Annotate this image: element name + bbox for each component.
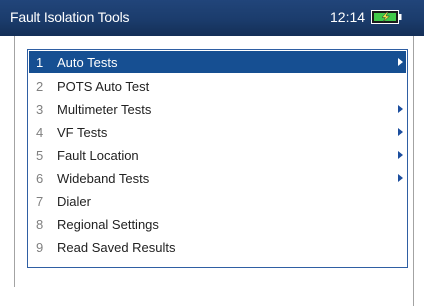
menu-item-number: 8 (36, 217, 44, 232)
main-menu-list: 1 Auto Tests 2 POTS Auto Test 3 Multimet… (27, 49, 408, 268)
submenu-arrow-icon (398, 58, 403, 66)
menu-item-multimeter-tests[interactable]: 3 Multimeter Tests (29, 98, 406, 120)
menu-item-number: 2 (36, 79, 44, 94)
menu-item-number: 9 (36, 240, 44, 255)
menu-item-pots-auto-test[interactable]: 2 POTS Auto Test (29, 75, 406, 97)
menu-item-label: POTS Auto Test (57, 79, 150, 94)
submenu-arrow-icon (398, 128, 403, 136)
menu-item-label: VF Tests (57, 125, 108, 140)
menu-item-label: Dialer (57, 194, 91, 209)
menu-item-label: Read Saved Results (57, 240, 176, 255)
window-title: Fault Isolation Tools (10, 9, 130, 25)
battery-charging-icon (371, 10, 402, 24)
menu-item-regional-settings[interactable]: 8 Regional Settings (29, 213, 406, 235)
title-bar: Fault Isolation Tools 12:14 (0, 0, 424, 36)
menu-item-label: Wideband Tests (57, 171, 150, 186)
menu-item-label: Regional Settings (57, 217, 159, 232)
menu-item-number: 4 (36, 125, 44, 140)
menu-item-label: Fault Location (57, 148, 139, 163)
menu-item-fault-location[interactable]: 5 Fault Location (29, 144, 406, 166)
menu-item-auto-tests[interactable]: 1 Auto Tests (29, 51, 406, 73)
menu-item-number: 5 (36, 148, 44, 163)
menu-item-read-saved-results[interactable]: 9 Read Saved Results (29, 236, 406, 258)
menu-item-dialer[interactable]: 7 Dialer (29, 190, 406, 212)
submenu-arrow-icon (398, 174, 403, 182)
menu-item-wideband-tests[interactable]: 6 Wideband Tests (29, 167, 406, 189)
submenu-arrow-icon (398, 105, 403, 113)
menu-item-number: 7 (36, 194, 44, 209)
menu-item-label: Multimeter Tests (57, 102, 152, 117)
submenu-arrow-icon (398, 151, 403, 159)
menu-item-number: 3 (36, 102, 44, 117)
menu-item-vf-tests[interactable]: 4 VF Tests (29, 121, 406, 143)
bottom-area (14, 287, 412, 306)
menu-item-label: Auto Tests (57, 55, 118, 70)
menu-item-number: 1 (36, 55, 44, 70)
menu-item-number: 6 (36, 171, 44, 186)
clock: 12:14 (330, 9, 366, 25)
